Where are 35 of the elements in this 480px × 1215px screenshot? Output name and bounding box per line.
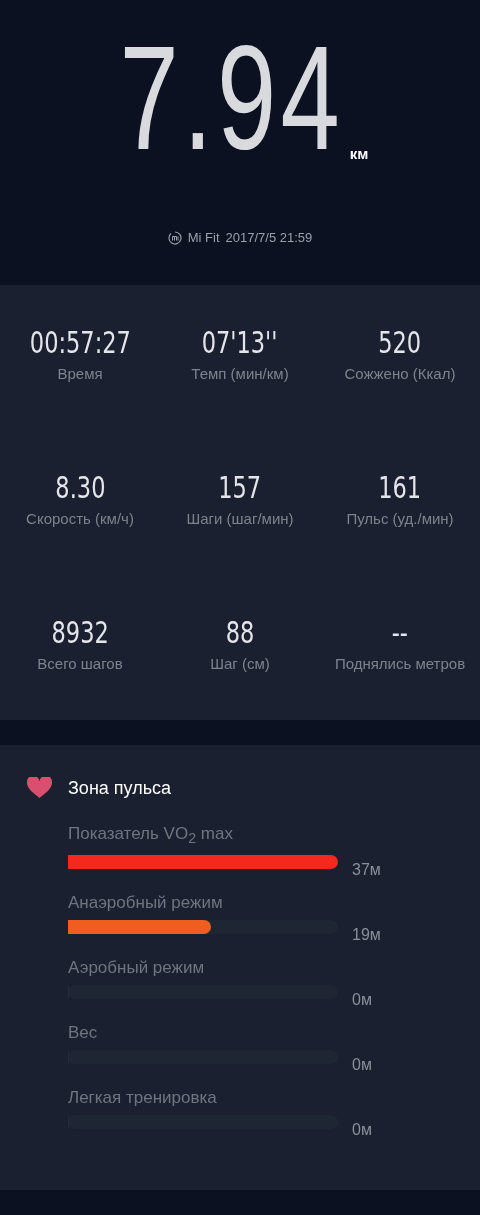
workout-datetime: 2017/7/5 21:59 bbox=[225, 230, 313, 245]
stat-value: 520 bbox=[378, 325, 422, 361]
stat-value: 07'13'' bbox=[202, 325, 278, 361]
zone-label: Аэробный режим bbox=[68, 957, 206, 980]
stat-label: Время bbox=[57, 365, 103, 382]
stat-value: 161 bbox=[378, 470, 422, 506]
stat-label: Пульс (уд./мин) bbox=[346, 510, 454, 527]
zone-label: Легкая тренировка bbox=[68, 1087, 218, 1110]
stat-value: 8932 bbox=[51, 615, 109, 651]
zone-duration: 19м bbox=[352, 926, 381, 945]
stat-value: 88 bbox=[225, 615, 255, 651]
stat-label: Темп (мин/км) bbox=[191, 365, 289, 382]
stat-value: 157 bbox=[218, 470, 262, 506]
heart-icon bbox=[27, 777, 52, 799]
zone-duration: 0м bbox=[352, 1121, 372, 1140]
stat-label: Шаги (шаг/мин) bbox=[186, 510, 294, 527]
stat-value: 00:57:27 bbox=[29, 325, 131, 361]
stat-value: -- bbox=[391, 615, 409, 651]
app-name: Mi Fit bbox=[187, 230, 220, 245]
distance-value: 7.94 bbox=[119, 28, 344, 168]
stat-label: Шаг (см) bbox=[210, 655, 270, 672]
stat-value: 8.30 bbox=[54, 470, 106, 506]
zone-duration: 0м bbox=[352, 1056, 372, 1075]
stat-label: Всего шагов bbox=[37, 655, 123, 672]
stat-label: Поднялись метров bbox=[334, 655, 466, 672]
stat-label: Скорость (км/ч) bbox=[26, 510, 134, 527]
zone-label: Анаэробный режим bbox=[68, 892, 224, 915]
app-logo-icon bbox=[167, 230, 182, 245]
zone-label: Вес bbox=[68, 1022, 99, 1045]
zone-duration: 37м bbox=[352, 861, 381, 880]
stat-label: Сожжено (Ккал) bbox=[344, 365, 456, 382]
distance-unit: км bbox=[349, 145, 369, 162]
zone-label: Показатель VO$_{2}$ max bbox=[68, 823, 234, 849]
zone-duration: 0м bbox=[352, 991, 372, 1010]
section-title: Зона пульса bbox=[68, 777, 172, 799]
